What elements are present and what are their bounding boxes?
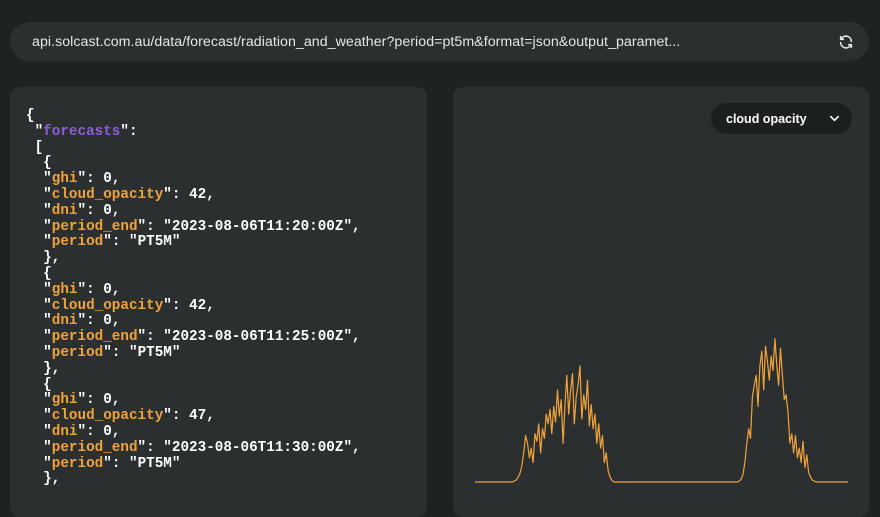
json-value: 0 bbox=[103, 423, 112, 440]
address-bar[interactable]: api.solcast.com.au/data/forecast/radiati… bbox=[10, 22, 869, 61]
json-value: "2023-08-06T11:20:00Z" bbox=[163, 218, 353, 235]
json-panel: { "forecasts": [ { "ghi": 0, "cloud_opac… bbox=[10, 87, 427, 517]
json-value: "PT5M" bbox=[128, 455, 181, 472]
json-value: "PT5M" bbox=[128, 234, 181, 251]
url-text[interactable]: api.solcast.com.au/data/forecast/radiati… bbox=[32, 34, 837, 50]
chevron-down-icon bbox=[828, 113, 840, 125]
json-value: "PT5M" bbox=[128, 344, 181, 361]
json-value: 42 bbox=[189, 186, 207, 203]
json-value: 0 bbox=[103, 313, 112, 330]
json-code: { "forecasts": [ { "ghi": 0, "cloud_opac… bbox=[26, 108, 361, 488]
dropdown-label: cloud opacity bbox=[726, 111, 807, 126]
json-value: 0 bbox=[103, 171, 112, 188]
json-value: "2023-08-06T11:30:00Z" bbox=[163, 439, 353, 456]
series-line bbox=[475, 338, 848, 483]
json-value: "2023-08-06T11:25:00Z" bbox=[163, 329, 353, 346]
json-value: 0 bbox=[103, 202, 112, 219]
json-value: 0 bbox=[103, 392, 112, 409]
json-value: 47 bbox=[189, 408, 207, 425]
refresh-icon[interactable] bbox=[837, 33, 855, 51]
cloud-opacity-chart bbox=[475, 338, 848, 483]
json-root-key: forecasts bbox=[43, 123, 121, 140]
parameter-dropdown[interactable]: cloud opacity bbox=[711, 103, 852, 134]
chart-panel: cloud opacity bbox=[453, 87, 869, 517]
json-value: 42 bbox=[189, 297, 207, 314]
json-value: 0 bbox=[103, 281, 112, 298]
